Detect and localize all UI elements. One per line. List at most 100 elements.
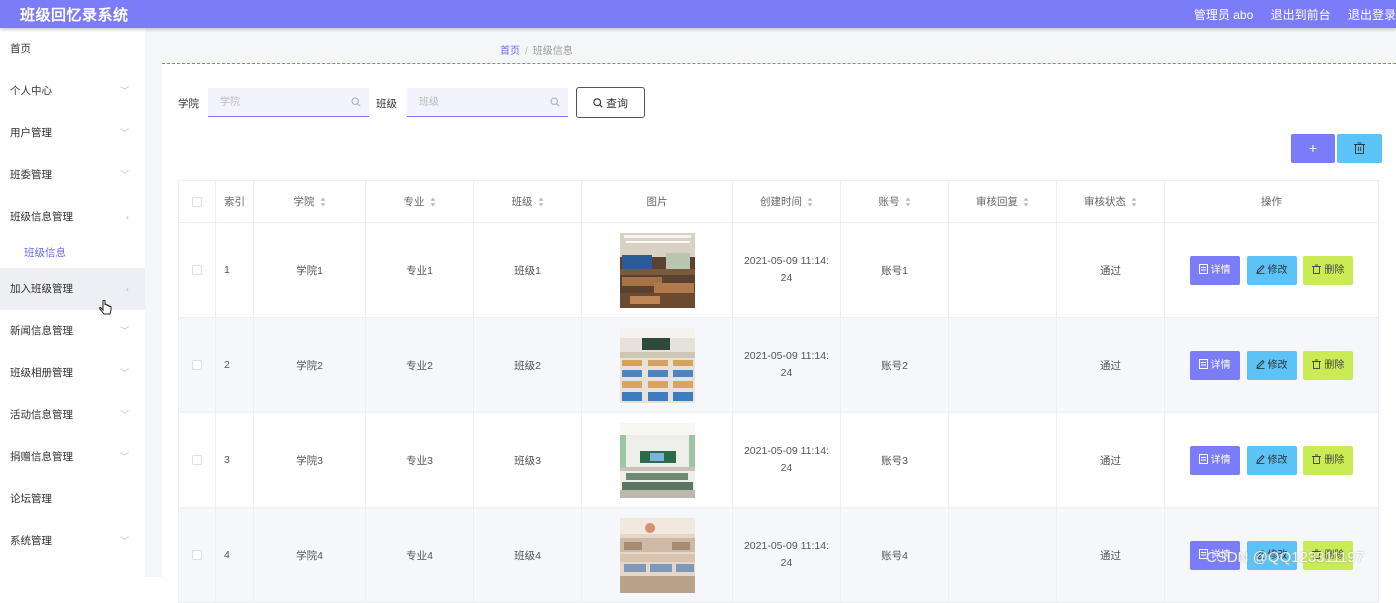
- detail-button[interactable]: 详情: [1189, 255, 1240, 285]
- sidebar-item-home[interactable]: 首页: [0, 28, 145, 70]
- row-checkbox[interactable]: [192, 360, 202, 371]
- edit-label: 修改: [1267, 359, 1288, 371]
- detail-button[interactable]: 详情: [1189, 445, 1240, 475]
- column-header-review-reply[interactable]: 审核回复: [948, 180, 1057, 223]
- query-button[interactable]: 查询: [576, 87, 645, 118]
- column-header-created-time[interactable]: 创建时间: [732, 180, 841, 223]
- detail-button[interactable]: 详情: [1189, 350, 1240, 380]
- sort-icon[interactable]: [320, 197, 326, 207]
- column-header-class[interactable]: 班级: [473, 180, 582, 223]
- row-checkbox-cell: [178, 412, 216, 508]
- row-college: 学院3: [253, 412, 366, 508]
- classroom-photo[interactable]: [619, 517, 695, 593]
- select-all-checkbox-cell: [178, 180, 216, 223]
- select-all-checkbox[interactable]: [192, 196, 202, 207]
- table-row: 3 学院3 专业3 班级3 2021-05-09 11:14: 24 账号3 通…: [178, 412, 1379, 508]
- breadcrumb: 首页 / 班级信息: [500, 42, 573, 57]
- edit-label: 修改: [1267, 454, 1288, 466]
- batch-delete-button[interactable]: [1337, 134, 1382, 163]
- column-header-account[interactable]: 账号: [840, 180, 949, 223]
- document-icon: [1198, 453, 1208, 464]
- trash-icon: [1312, 454, 1322, 464]
- row-review-reply: [948, 317, 1057, 413]
- sidebar-subitem-class-info[interactable]: 班级信息: [0, 238, 145, 268]
- row-review-status: 通过: [1056, 317, 1165, 413]
- logout-link[interactable]: 退出登录: [1348, 8, 1396, 22]
- class-search-input[interactable]: [407, 88, 568, 117]
- delete-button[interactable]: 删除: [1303, 350, 1354, 380]
- classroom-photo[interactable]: [619, 232, 695, 308]
- row-image-cell: [581, 412, 733, 508]
- sidebar-item-label: 加入班级管理: [10, 283, 73, 295]
- plus-icon: +: [1308, 140, 1318, 156]
- mouse-pointer-icon: [99, 300, 112, 315]
- time-seconds: 24: [780, 557, 793, 569]
- search-icon: [593, 97, 603, 108]
- time-date: 2021-05-09 11:14:: [743, 255, 830, 267]
- class-label: 班级: [376, 98, 397, 110]
- sort-icon[interactable]: [430, 197, 436, 207]
- document-icon: [1198, 263, 1208, 274]
- document-icon: [1198, 358, 1208, 369]
- row-checkbox-cell: [178, 222, 216, 318]
- column-header-index: 索引: [215, 180, 254, 223]
- sort-icon[interactable]: [1023, 197, 1029, 207]
- detail-label: 详情: [1210, 359, 1231, 371]
- classroom-photo[interactable]: [619, 422, 695, 498]
- chevron-down-icon: ﹀: [119, 326, 129, 336]
- column-header-label: 创建时间: [760, 196, 802, 208]
- sidebar-item-donation-management[interactable]: 捐赠信息管理 ﹀: [0, 436, 145, 478]
- row-checkbox[interactable]: [192, 455, 202, 466]
- top-bar: 班级回忆录系统 管理员 abo 退出到前台 退出登录: [0, 0, 1396, 28]
- time-seconds: 24: [780, 462, 793, 474]
- row-checkbox[interactable]: [192, 550, 202, 561]
- sidebar-item-album-management[interactable]: 班级相册管理 ﹀: [0, 352, 145, 394]
- delete-button[interactable]: 删除: [1303, 445, 1354, 475]
- trash-icon: [1312, 264, 1322, 274]
- sidebar-item-label: 首页: [10, 43, 31, 55]
- breadcrumb-home[interactable]: 首页: [500, 46, 520, 57]
- delete-label: 删除: [1324, 454, 1345, 466]
- column-header-major[interactable]: 专业: [365, 180, 474, 223]
- edit-button[interactable]: 修改: [1246, 255, 1297, 285]
- sort-icon[interactable]: [538, 197, 544, 207]
- edit-button[interactable]: 修改: [1246, 350, 1297, 380]
- college-search-input[interactable]: [208, 88, 369, 117]
- query-button-label: 查询: [606, 97, 628, 110]
- sidebar-item-personal-center[interactable]: 个人中心 ﹀: [0, 70, 145, 112]
- sort-icon[interactable]: [1131, 197, 1137, 207]
- column-header-image: 图片: [581, 180, 733, 223]
- sidebar-item-class-info-management[interactable]: 班级信息管理 ‹: [0, 196, 145, 238]
- sidebar-item-activity-management[interactable]: 活动信息管理 ﹀: [0, 394, 145, 436]
- row-index: 3: [215, 412, 254, 508]
- edit-button[interactable]: 修改: [1246, 445, 1297, 475]
- sidebar-item-join-class-management[interactable]: 加入班级管理 ‹: [0, 268, 145, 310]
- chevron-down-icon: ﹀: [119, 536, 129, 546]
- add-button[interactable]: +: [1291, 134, 1335, 163]
- table-row: 1 学院1 专业1 班级1 2021-05-09 11:14: 24 账号1 通…: [178, 222, 1379, 318]
- time-seconds: 24: [780, 367, 793, 379]
- column-header-label: 账号: [878, 196, 900, 208]
- row-actions: 详情 修改 删除: [1164, 222, 1379, 318]
- sidebar-item-news-management[interactable]: 新闻信息管理 ﹀: [0, 310, 145, 352]
- column-header-college[interactable]: 学院: [253, 180, 366, 223]
- sidebar-item-system-management[interactable]: 系统管理 ﹀: [0, 520, 145, 562]
- column-header-review-status[interactable]: 审核状态: [1056, 180, 1165, 223]
- delete-label: 删除: [1324, 359, 1345, 371]
- time-seconds: 24: [780, 272, 793, 284]
- class-info-table: 索引 学院 专业 班级 图片 创建时间 账号 审核回复 审核状态 操作 1 学院…: [178, 180, 1379, 603]
- chevron-down-icon: ﹀: [119, 86, 129, 96]
- sidebar-item-forum-management[interactable]: 论坛管理: [0, 478, 145, 520]
- exit-to-front-link[interactable]: 退出到前台: [1271, 8, 1331, 22]
- time-date: 2021-05-09 11:14:: [743, 445, 830, 457]
- row-checkbox[interactable]: [192, 265, 202, 276]
- row-class: 班级1: [473, 222, 582, 318]
- delete-button[interactable]: 删除: [1303, 255, 1354, 285]
- sort-icon[interactable]: [807, 197, 813, 207]
- row-major: 专业3: [365, 412, 474, 508]
- sidebar-item-user-management[interactable]: 用户管理 ﹀: [0, 112, 145, 154]
- sidebar-item-committee-management[interactable]: 班委管理 ﹀: [0, 154, 145, 196]
- classroom-photo[interactable]: [619, 327, 695, 403]
- sort-icon[interactable]: [905, 197, 911, 207]
- row-account: 账号2: [840, 317, 949, 413]
